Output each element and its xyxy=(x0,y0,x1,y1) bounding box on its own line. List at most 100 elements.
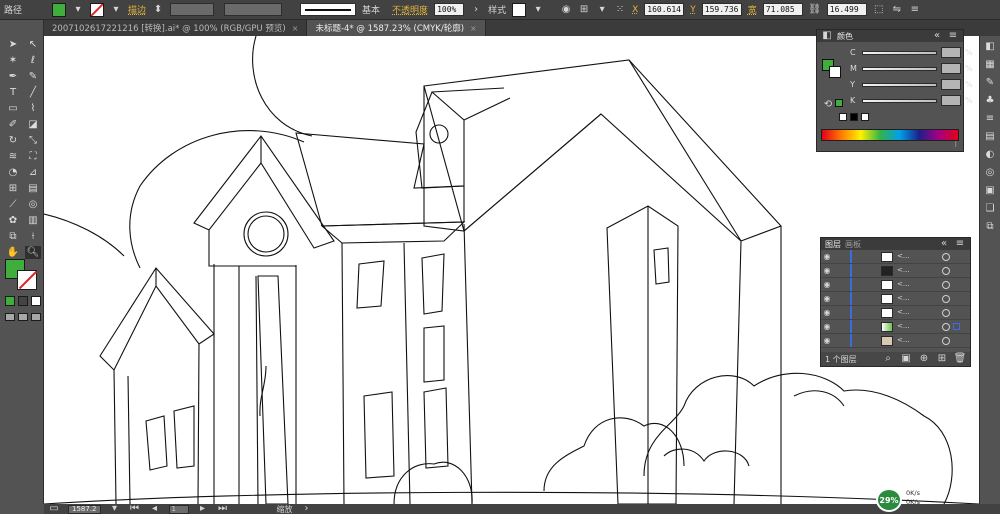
chevron-down-icon[interactable]: ▾ xyxy=(596,4,608,16)
none-swatch[interactable] xyxy=(839,113,847,121)
panel-menu-icon[interactable]: ≡ xyxy=(909,4,921,16)
layer-row[interactable]: ◉ <... xyxy=(821,292,970,306)
selection-tool-icon[interactable]: ➤ xyxy=(5,38,21,51)
color-spectrum[interactable] xyxy=(821,129,959,141)
layer-row[interactable]: ◉ <... xyxy=(821,306,970,320)
target-circle-icon[interactable] xyxy=(942,253,950,261)
layer-row[interactable]: ◉ <... xyxy=(821,250,970,264)
y-label[interactable]: Y xyxy=(690,5,696,15)
layer-name[interactable]: <... xyxy=(897,322,910,330)
lasso-tool-icon[interactable]: ℓ xyxy=(25,54,41,67)
chevron-down-icon[interactable]: ▾ xyxy=(109,503,121,514)
artboard-tool-icon[interactable]: ⧉ xyxy=(5,230,21,243)
chevron-right-icon[interactable]: › xyxy=(301,503,313,514)
width-tool-icon[interactable]: ≋ xyxy=(5,150,21,163)
artboards-icon[interactable]: ⧉ xyxy=(983,220,997,234)
x-label[interactable]: X xyxy=(632,5,638,15)
height-field[interactable]: 16.499 xyxy=(826,3,867,16)
channel-value-field[interactable] xyxy=(941,47,961,58)
paintbrush-tool-icon[interactable]: ⌇ xyxy=(25,102,41,115)
new-layer-icon[interactable]: ⊞ xyxy=(936,353,948,365)
layer-name[interactable]: <... xyxy=(897,252,910,260)
search-icon[interactable]: ⌕ xyxy=(882,353,894,365)
chevron-down-icon[interactable]: ▾ xyxy=(72,4,84,16)
color-panel-icon[interactable]: ◧ xyxy=(983,40,997,54)
close-icon[interactable]: × xyxy=(292,24,299,33)
transparency-icon[interactable]: ◐ xyxy=(983,148,997,162)
target-circle-icon[interactable] xyxy=(942,295,950,303)
visibility-eye-icon[interactable]: ◉ xyxy=(821,322,833,331)
collapse-icon[interactable]: « xyxy=(931,30,943,42)
zoom-field[interactable]: 1587.2 xyxy=(68,504,101,514)
opacity-label[interactable]: 不透明度 xyxy=(392,3,428,16)
stroke-color-box[interactable] xyxy=(17,270,37,290)
stroke-weight-dropdown[interactable] xyxy=(170,3,215,16)
layers-icon[interactable]: ❏ xyxy=(983,202,997,216)
page-field[interactable]: 1 xyxy=(168,504,189,514)
collapse-icon[interactable]: « xyxy=(938,238,950,250)
resize-handle-icon[interactable]: ⁝ xyxy=(954,140,957,149)
blend-tool-icon[interactable]: ◎ xyxy=(25,198,41,211)
next-page-icon[interactable]: ▸ xyxy=(197,503,209,514)
shape-builder-tool-icon[interactable]: ◔ xyxy=(5,166,21,179)
type-tool-icon[interactable]: T xyxy=(5,86,21,99)
panel-menu-icon[interactable]: ≡ xyxy=(954,238,966,250)
transform-icon[interactable]: ⬚ xyxy=(873,4,885,16)
chevron-down-icon[interactable]: ▾ xyxy=(532,4,544,16)
make-clipping-mask-icon[interactable]: ▣ xyxy=(900,353,912,365)
stroke-label[interactable]: 描边 xyxy=(128,3,146,16)
brushes-icon[interactable]: ✎ xyxy=(983,76,997,90)
layer-row[interactable]: ◉ <... xyxy=(821,264,970,278)
chevron-down-icon[interactable]: ▾ xyxy=(110,4,122,16)
gamut-swatch[interactable] xyxy=(835,99,843,107)
cpu-percent-ring[interactable]: 29% xyxy=(876,488,902,512)
symbols-icon[interactable]: ♣ xyxy=(983,94,997,108)
y-field[interactable]: 159.736 xyxy=(701,3,742,16)
stroke-swatch[interactable] xyxy=(90,2,105,17)
mesh-tool-icon[interactable]: ⊞ xyxy=(5,182,21,195)
layer-name[interactable]: <... xyxy=(897,280,910,288)
column-graph-tool-icon[interactable]: ▥ xyxy=(25,214,41,227)
gradient-tool-icon[interactable]: ▤ xyxy=(25,182,41,195)
visibility-eye-icon[interactable]: ◉ xyxy=(821,294,833,303)
visibility-eye-icon[interactable]: ◉ xyxy=(821,308,833,317)
opacity-field[interactable]: 100% xyxy=(434,3,465,16)
tab-artboards[interactable]: 画板 xyxy=(845,239,861,250)
chevron-right-icon[interactable]: › xyxy=(470,4,482,16)
black-swatch[interactable] xyxy=(850,113,858,121)
tab-document-1[interactable]: 2007102617221216 [转换].ai* @ 100% (RGB/GP… xyxy=(44,20,308,36)
close-icon[interactable]: × xyxy=(470,24,477,33)
channel-slider[interactable] xyxy=(862,66,937,71)
layer-name[interactable]: <... xyxy=(897,266,910,274)
variable-width-dropdown[interactable] xyxy=(224,3,283,16)
target-circle-icon[interactable] xyxy=(942,267,950,275)
target-circle-icon[interactable] xyxy=(942,323,950,331)
target-circle-icon[interactable] xyxy=(942,309,950,317)
curvature-tool-icon[interactable]: ✎ xyxy=(25,70,41,83)
appearance-icon[interactable]: ◎ xyxy=(983,166,997,180)
color-panel-title[interactable]: 颜色 xyxy=(837,31,853,42)
channel-value-field[interactable] xyxy=(941,79,961,90)
scale-tool-icon[interactable]: ⤡ xyxy=(25,134,41,147)
graphic-styles-icon[interactable]: ▣ xyxy=(983,184,997,198)
channel-slider[interactable] xyxy=(862,98,937,103)
fill-swatch[interactable] xyxy=(52,2,67,17)
eyedropper-tool-icon[interactable]: ⟋ xyxy=(5,198,21,211)
last-page-icon[interactable]: ⏭ xyxy=(217,503,229,514)
stepper-icon[interactable]: ⬍ xyxy=(152,4,164,16)
channel-slider[interactable] xyxy=(862,82,937,87)
magic-wand-tool-icon[interactable]: ✶ xyxy=(5,54,21,67)
rectangle-tool-icon[interactable]: ▭ xyxy=(5,102,21,115)
graphic-style-swatch[interactable] xyxy=(512,2,527,17)
channel-value-field[interactable] xyxy=(941,95,961,106)
first-page-icon[interactable]: ⏮ xyxy=(129,503,141,514)
align-icon[interactable]: ⊞ xyxy=(578,4,590,16)
layer-row[interactable]: ◉ <... xyxy=(821,278,970,292)
target-circle-icon[interactable] xyxy=(942,281,950,289)
brush-definition-dropdown[interactable] xyxy=(300,3,357,16)
visibility-eye-icon[interactable]: ◉ xyxy=(821,336,833,345)
panel-stroke-swatch[interactable] xyxy=(829,66,841,78)
hand-tool-icon[interactable]: ✋ xyxy=(5,246,21,259)
prev-page-icon[interactable]: ◂ xyxy=(149,503,161,514)
out-of-gamut-icon[interactable]: ⟲ xyxy=(822,99,834,111)
